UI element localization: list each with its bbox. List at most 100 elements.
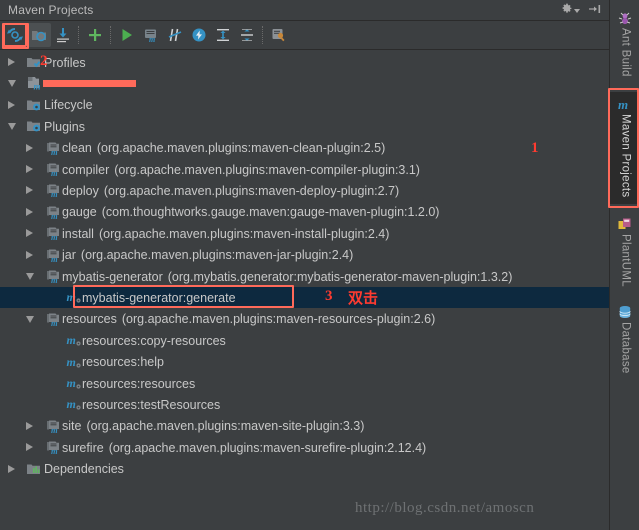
collapse-all-button[interactable] xyxy=(235,23,259,47)
toolbar-separator xyxy=(262,26,264,44)
svg-text:m: m xyxy=(51,168,58,177)
chevron-right-icon[interactable] xyxy=(26,186,33,195)
tree-row[interactable]: Dependencies xyxy=(0,459,610,480)
annotation-marker-3-text: 双击 xyxy=(348,289,379,307)
svg-text:m: m xyxy=(34,82,41,92)
chevron-right-icon[interactable] xyxy=(26,421,33,430)
svg-text:m: m xyxy=(51,425,58,434)
tree-row-label: resources:help xyxy=(82,355,164,370)
settings-button[interactable] xyxy=(560,2,580,15)
lifecycle-icon xyxy=(26,97,42,113)
tree-row[interactable]: m compiler (org.apache.maven.plugins:maven… xyxy=(0,159,610,180)
generate-sources-icon xyxy=(32,31,46,42)
tree-row-label: resources:testResources xyxy=(82,397,221,412)
tree-row-label: jar xyxy=(62,248,76,263)
tree-row[interactable]: Plugins xyxy=(0,116,610,137)
tree-row[interactable]: m resources (org.apache.maven.plugins:mave… xyxy=(0,309,610,330)
plugin-icon: m xyxy=(46,204,62,221)
tree-row[interactable]: m clean (org.apache.maven.plugins:maven-cl… xyxy=(0,138,610,159)
tree-row-label: resources xyxy=(62,312,117,327)
goal-icon: m xyxy=(66,396,82,412)
toggle-skip-tests-button[interactable] xyxy=(163,23,187,47)
maven-toolbar: m xyxy=(0,21,610,50)
tree-row[interactable]: m install (org.apache.maven.plugins:maven-… xyxy=(0,223,610,244)
tree-row[interactable]: m resources:testResources xyxy=(0,394,610,415)
generate-sources-button[interactable] xyxy=(27,23,51,47)
chevron-right-icon[interactable] xyxy=(26,207,33,216)
tree-row[interactable]: m gauge (com.thoughtworks.gauge.maven:gaug… xyxy=(0,202,610,223)
tree-row-detail: (org.mybatis.generator:mybatis-generator… xyxy=(167,269,513,284)
gear-icon xyxy=(560,2,573,15)
svg-text:m: m xyxy=(149,35,155,44)
tree-row[interactable]: m mybatis-generator (org.mybatis.generator… xyxy=(0,266,610,287)
ant-icon xyxy=(617,10,633,26)
execute-maven-goal-button[interactable]: m xyxy=(139,23,163,47)
chevron-down-icon[interactable] xyxy=(26,273,34,280)
goal-icon: m xyxy=(66,332,82,348)
chevron-right-icon[interactable] xyxy=(8,58,15,66)
tree-row-text: clean (org.apache.maven.plugins:maven-cle… xyxy=(62,141,385,155)
chevron-right-icon[interactable] xyxy=(26,250,33,259)
svg-text:m: m xyxy=(51,232,58,241)
tool-window-tab-plantuml[interactable]: PlantUML xyxy=(610,212,639,292)
title-bar-actions xyxy=(560,2,602,15)
run-maven-build-button[interactable] xyxy=(115,23,139,47)
chevron-right-icon[interactable] xyxy=(26,143,33,152)
tool-window-tab-label: Database xyxy=(619,322,632,374)
chevron-down-icon[interactable] xyxy=(26,315,34,323)
toggle-offline-button[interactable] xyxy=(187,23,211,47)
maven-settings-button[interactable] xyxy=(267,23,291,47)
tree-row[interactable]: Profiles xyxy=(0,52,610,73)
chevron-right-icon[interactable] xyxy=(26,229,33,238)
tree-row[interactable]: m surefire (org.apache.maven.plugins:maven… xyxy=(0,437,610,458)
svg-text:m: m xyxy=(51,446,58,455)
tree-row[interactable]: Lifecycle xyxy=(0,95,610,116)
svg-text:m: m xyxy=(51,318,58,327)
tool-window-tab-database[interactable]: Database xyxy=(610,300,639,382)
tree-row-label: surefire xyxy=(62,440,104,455)
add-maven-project-button[interactable] xyxy=(83,23,107,47)
chevron-right-icon[interactable] xyxy=(8,464,15,473)
database-icon xyxy=(617,304,633,320)
tree-row[interactable]: m resources:help xyxy=(0,352,610,373)
tree-row[interactable]: m site (org.apache.maven.plugins:maven-sit… xyxy=(0,416,610,437)
tree-row[interactable]: m resources:resources xyxy=(0,373,610,394)
download-sources-button[interactable] xyxy=(51,23,75,47)
tree-row-label: Dependencies xyxy=(44,462,124,477)
hide-button[interactable] xyxy=(588,3,602,15)
tree-row[interactable]: m jar (org.apache.maven.plugins:maven-jar-… xyxy=(0,245,610,266)
chevron-down-icon xyxy=(574,9,580,13)
offline-icon xyxy=(192,28,206,42)
chevron-down-icon[interactable] xyxy=(8,123,16,131)
collapse-all-icon xyxy=(241,29,253,41)
maven-module-icon: m xyxy=(26,75,42,92)
svg-text:m: m xyxy=(51,147,58,156)
chevron-right-icon[interactable] xyxy=(26,443,33,452)
goal-icon: m xyxy=(66,375,82,391)
tree-row-detail: (com.thoughtworks.gauge.maven:gauge-mave… xyxy=(101,205,440,220)
svg-text:m: m xyxy=(67,376,76,390)
tree-row-label: resources:copy-resources xyxy=(82,333,226,348)
tree-row-text: resources (org.apache.maven.plugins:maven… xyxy=(62,312,435,326)
watermark: http://blog.csdn.net/amoscn xyxy=(355,500,535,516)
plugin-icon: m xyxy=(46,418,62,435)
expand-all-button[interactable] xyxy=(211,23,235,47)
tree-row[interactable]: m deploy (org.apache.maven.plugins:maven-d… xyxy=(0,180,610,201)
annotation-marker-3: 3 xyxy=(325,288,333,304)
chevron-down-icon[interactable] xyxy=(8,80,16,88)
chevron-right-icon[interactable] xyxy=(26,165,33,173)
right-tool-window-bar: Ant Build m Maven Projects PlantUML Database xyxy=(609,0,639,530)
tree-row-label: Plugins xyxy=(44,119,85,134)
tree-row-text: gauge (com.thoughtworks.gauge.maven:gauge… xyxy=(62,205,439,219)
tree-row-detail: (org.apache.maven.plugins:maven-surefire… xyxy=(108,440,427,455)
tool-window-tab-ant-build[interactable]: Ant Build xyxy=(610,6,639,84)
tree-row[interactable]: m resources:copy-resources xyxy=(0,330,610,351)
tree-row-label: compiler xyxy=(62,162,110,177)
toolbar-separator xyxy=(78,26,80,44)
tree-row-label: deploy xyxy=(62,183,99,198)
chevron-right-icon[interactable] xyxy=(8,100,15,109)
tree-row-text: site (org.apache.maven.plugins:maven-site… xyxy=(62,419,364,433)
tool-window-tab-label: PlantUML xyxy=(619,234,632,287)
tree-row-label: mybatis-generator xyxy=(62,269,163,284)
plugin-icon: m xyxy=(46,439,62,456)
